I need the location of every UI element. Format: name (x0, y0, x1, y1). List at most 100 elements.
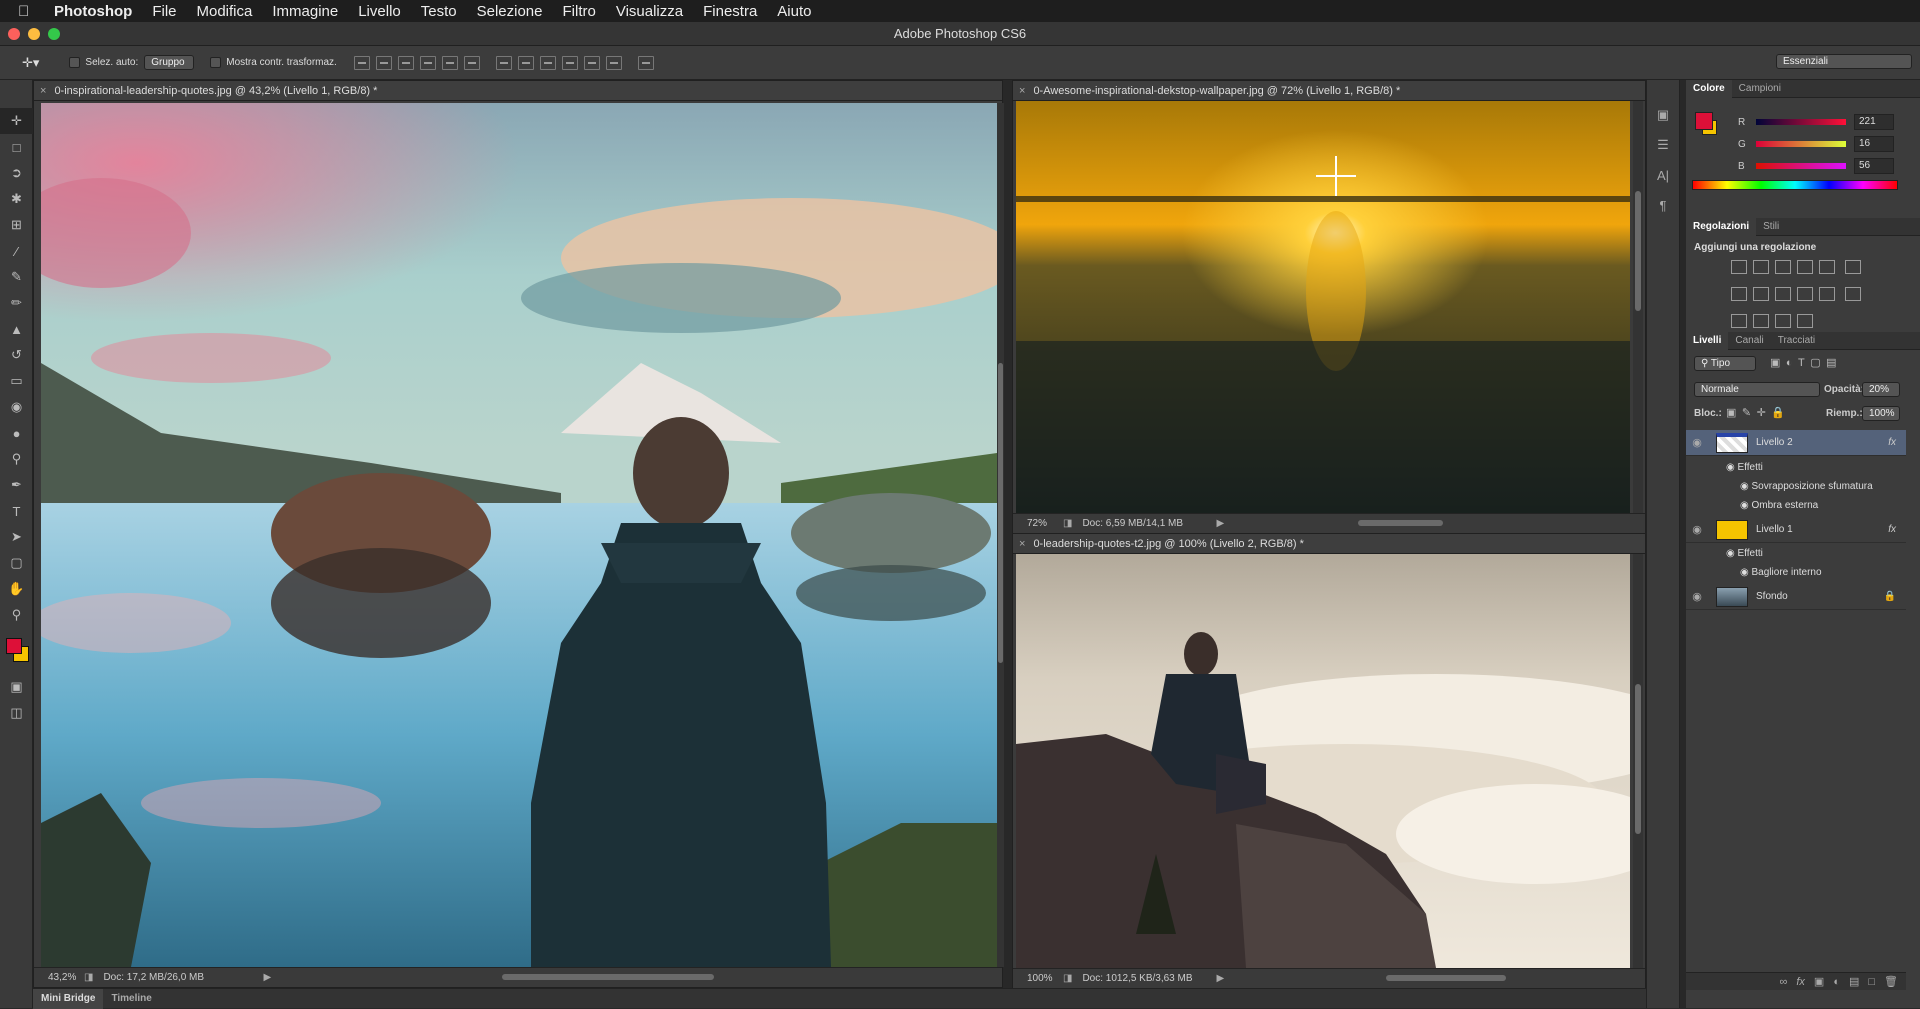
invert-icon[interactable] (1845, 287, 1862, 301)
document-tab-1[interactable]: × 0-inspirational-leadership-quotes.jpg @… (34, 81, 1002, 101)
layer-name[interactable]: Livello 2 (1756, 437, 1793, 448)
tab-regolazioni[interactable]: Regolazioni (1686, 217, 1757, 236)
menu-selezione[interactable]: Selezione (477, 3, 543, 20)
menu-modifica[interactable]: Modifica (197, 3, 253, 20)
move-tool-icon[interactable]: ✛ (0, 108, 33, 134)
tab-mini-bridge[interactable]: Mini Bridge (33, 988, 104, 1009)
tab-colore[interactable]: Colore (1686, 79, 1732, 98)
menu-testo[interactable]: Testo (421, 3, 457, 20)
close-document-icon[interactable]: × (40, 85, 46, 97)
vertical-scrollbar[interactable] (1635, 684, 1641, 834)
menu-livello[interactable]: Livello (358, 3, 401, 20)
magic-wand-tool-icon[interactable]: ✱ (0, 186, 33, 212)
status-arrow-icon[interactable]: ▶ (263, 972, 271, 983)
black-white-icon[interactable] (1753, 287, 1769, 301)
link-layers-icon[interactable]: ∞ (1780, 976, 1788, 988)
move-tool-preset-icon[interactable]: ✛▾ (22, 55, 39, 71)
layer-filter-icons[interactable]: ▣ ◐ T ▢ ▤ (1770, 356, 1837, 369)
canvas-document-1[interactable] (41, 103, 997, 967)
effect-item[interactable]: ◉ Sovrapposizione sfumatura (1740, 481, 1873, 492)
vertical-scrollbar[interactable] (1635, 191, 1641, 311)
red-value[interactable]: 221 (1854, 114, 1894, 130)
color-lookup-icon[interactable] (1819, 287, 1835, 301)
eraser-tool-icon[interactable]: ▭ (0, 368, 33, 394)
canvas-document-2[interactable] (1016, 101, 1630, 513)
distribute-left-icon[interactable] (561, 55, 578, 70)
distribute-hcenter-icon[interactable] (583, 55, 600, 70)
distribute-bottom-icon[interactable] (539, 55, 556, 70)
layer-filter-dropdown[interactable]: ⚲ Tipo (1694, 356, 1756, 371)
selective-color-icon[interactable] (1775, 314, 1791, 328)
color-spectrum-ramp[interactable] (1692, 180, 1898, 190)
menu-immagine[interactable]: Immagine (272, 3, 338, 20)
align-bottom-icon[interactable] (397, 55, 414, 70)
status-arrow-icon[interactable]: ▶ (1216, 973, 1224, 984)
blue-slider[interactable] (1756, 163, 1846, 169)
horizontal-scrollbar[interactable] (502, 974, 714, 980)
layer-row[interactable]: ◉ Sfondo 🔒 (1686, 584, 1906, 610)
zoom-level[interactable]: 43,2% (34, 972, 84, 983)
close-document-icon[interactable]: × (1019, 85, 1025, 97)
curves-icon[interactable] (1775, 260, 1791, 274)
apple-icon[interactable]:  (18, 3, 40, 20)
fx-icon[interactable]: fx (1888, 437, 1896, 448)
blue-value[interactable]: 56 (1854, 158, 1894, 174)
align-hcenter-icon[interactable] (441, 55, 458, 70)
align-left-icon[interactable] (419, 55, 436, 70)
tab-livelli[interactable]: Livelli (1686, 331, 1729, 350)
menu-file[interactable]: File (152, 3, 176, 20)
opacity-field[interactable]: 20% (1862, 382, 1900, 397)
screen-mode-icon[interactable]: ◫ (0, 700, 33, 726)
menu-app-name[interactable]: Photoshop (54, 3, 132, 20)
status-info-icon[interactable]: ◨ (1063, 973, 1072, 984)
blend-mode-dropdown[interactable]: Normale (1694, 382, 1820, 397)
tab-timeline[interactable]: Timeline (103, 993, 159, 1004)
brightness-contrast-icon[interactable] (1731, 260, 1747, 274)
workspace-dropdown[interactable]: Essenziali (1776, 54, 1912, 69)
history-panel-icon[interactable]: ▣ (1647, 100, 1679, 130)
channel-mixer-icon[interactable] (1797, 287, 1813, 301)
close-document-icon[interactable]: × (1019, 538, 1025, 550)
menu-filtro[interactable]: Filtro (563, 3, 596, 20)
close-window-button[interactable] (8, 28, 20, 40)
threshold-icon[interactable] (1753, 314, 1769, 328)
hue-saturation-icon[interactable] (1845, 260, 1862, 274)
visibility-eye-icon[interactable]: ◉ (1686, 436, 1708, 449)
history-brush-tool-icon[interactable]: ↺ (0, 342, 33, 368)
effect-item[interactable]: ◉ Bagliore interno (1740, 567, 1822, 578)
fill-field[interactable]: 100% (1862, 406, 1900, 421)
layer-row[interactable]: ◉ Livello 1 fx (1686, 517, 1906, 543)
delete-layer-icon[interactable]: 🗑 (1884, 975, 1898, 988)
dodge-tool-icon[interactable]: ⚲ (0, 446, 33, 472)
green-value[interactable]: 16 (1854, 136, 1894, 152)
layer-name[interactable]: Sfondo (1756, 591, 1788, 602)
vibrance-icon[interactable] (1819, 260, 1835, 274)
layer-effects-label[interactable]: ◉ Effetti (1726, 548, 1763, 559)
gradient-map-icon[interactable] (1797, 314, 1813, 328)
green-slider[interactable] (1756, 141, 1846, 147)
exposure-icon[interactable] (1797, 260, 1813, 274)
quick-mask-icon[interactable]: ▣ (0, 674, 33, 700)
foreground-color-swatch[interactable] (6, 638, 22, 654)
menu-aiuto[interactable]: Aiuto (777, 3, 811, 20)
distribute-right-icon[interactable] (605, 55, 622, 70)
path-selection-tool-icon[interactable]: ➤ (0, 524, 33, 550)
status-info-icon[interactable]: ◨ (84, 972, 93, 983)
align-top-icon[interactable] (353, 55, 370, 70)
document-tab-2[interactable]: × 0-Awesome-inspirational-dekstop-wallpap… (1013, 81, 1645, 101)
levels-icon[interactable] (1753, 260, 1769, 274)
crop-tool-icon[interactable]: ⊞ (0, 212, 33, 238)
new-adjustment-icon[interactable]: ◐ (1833, 976, 1840, 988)
horizontal-scrollbar[interactable] (1386, 975, 1506, 981)
align-vcenter-icon[interactable] (375, 55, 392, 70)
distribute-top-icon[interactable] (495, 55, 512, 70)
layer-name[interactable]: Livello 1 (1756, 524, 1793, 535)
pen-tool-icon[interactable]: ✒ (0, 472, 33, 498)
status-info-icon[interactable]: ◨ (1063, 518, 1072, 529)
zoom-level[interactable]: 100% (1013, 973, 1063, 984)
color-balance-icon[interactable] (1731, 287, 1747, 301)
zoom-window-button[interactable] (48, 28, 60, 40)
new-layer-icon[interactable]: □ (1868, 976, 1875, 988)
paragraph-panel-icon[interactable]: ¶ (1647, 190, 1679, 220)
clone-stamp-tool-icon[interactable]: ▲ (0, 316, 33, 342)
